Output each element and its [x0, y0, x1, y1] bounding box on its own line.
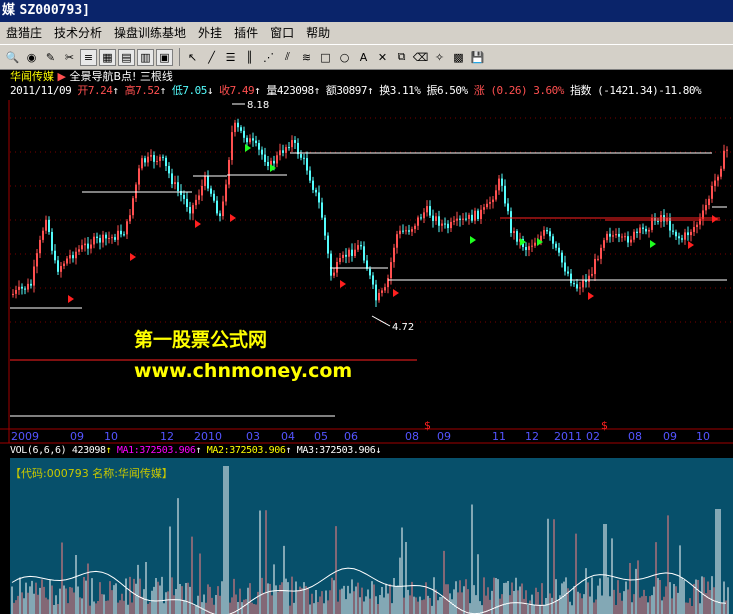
menu-item-training[interactable]: 操盘训练基地 [108, 22, 192, 44]
binoculars-icon[interactable]: ◉ [23, 49, 40, 66]
zoom-icon[interactable]: 🔍 [4, 49, 21, 66]
volume-canvas[interactable] [0, 70, 733, 614]
color-icon[interactable]: ▩ [450, 49, 467, 66]
tool-icon[interactable]: ✂ [61, 49, 78, 66]
fan-icon[interactable]: ⋰ [260, 49, 277, 66]
window-title: 媒 SZ000793] [0, 0, 733, 22]
arrow-cursor-icon[interactable]: ↖ [184, 49, 201, 66]
line-draw-icon[interactable]: ╱ [203, 49, 220, 66]
magic-icon[interactable]: ✧ [431, 49, 448, 66]
menu-item-window[interactable]: 窗口 [264, 22, 300, 44]
save-icon[interactable]: 💾 [469, 49, 486, 66]
menu-item-panliezhuang[interactable]: 盘猎庄 [0, 22, 48, 44]
chart-icon[interactable]: ▤ [118, 48, 135, 66]
menu-item-plugins[interactable]: 插件 [228, 22, 264, 44]
volume-ma-line [11, 567, 727, 614]
copy-icon[interactable]: ⧉ [393, 49, 410, 66]
title-code: SZ000793] [19, 3, 90, 18]
channel-icon[interactable]: ⫽ [279, 49, 296, 66]
hline-icon[interactable]: ☰ [222, 49, 239, 66]
menu-bar: 盘猎庄 技术分析 操盘训练基地 外挂 插件 窗口 帮助 [0, 22, 733, 44]
title-prefix: 媒 [2, 3, 16, 18]
parallel-icon[interactable]: ≋ [298, 49, 315, 66]
toolbar: 🔍 ◉ ✎ ✂ ≡ ▦ ▤ ▥ ▣ ↖ ╱ ☰ ║ ⋰ ⫽ ≋ □ ○ A ✕ … [0, 44, 733, 70]
table-icon[interactable]: ▥ [137, 48, 154, 66]
chart-area[interactable]: 8.18 4.72 $ $ 华闻传媒 ▶ 全景导航B点! 三根线 2011/11/09… [0, 70, 733, 614]
menu-item-plugins-ext[interactable]: 外挂 [192, 22, 228, 44]
grid-icon[interactable]: ▦ [99, 48, 116, 66]
text-icon[interactable]: ▣ [156, 48, 173, 66]
cross-icon[interactable]: ✕ [374, 49, 391, 66]
eraser-icon[interactable]: ⌫ [412, 49, 429, 66]
vline-icon[interactable]: ║ [241, 49, 258, 66]
menu-item-technical-analysis[interactable]: 技术分析 [48, 22, 108, 44]
text-tool-icon[interactable]: A [355, 49, 372, 66]
pen-icon[interactable]: ✎ [42, 49, 59, 66]
rectangle-icon[interactable]: □ [317, 49, 334, 66]
ellipse-icon[interactable]: ○ [336, 49, 353, 66]
menu-item-help[interactable]: 帮助 [300, 22, 336, 44]
list-icon[interactable]: ≡ [80, 48, 97, 66]
toolbar-separator [179, 48, 180, 66]
